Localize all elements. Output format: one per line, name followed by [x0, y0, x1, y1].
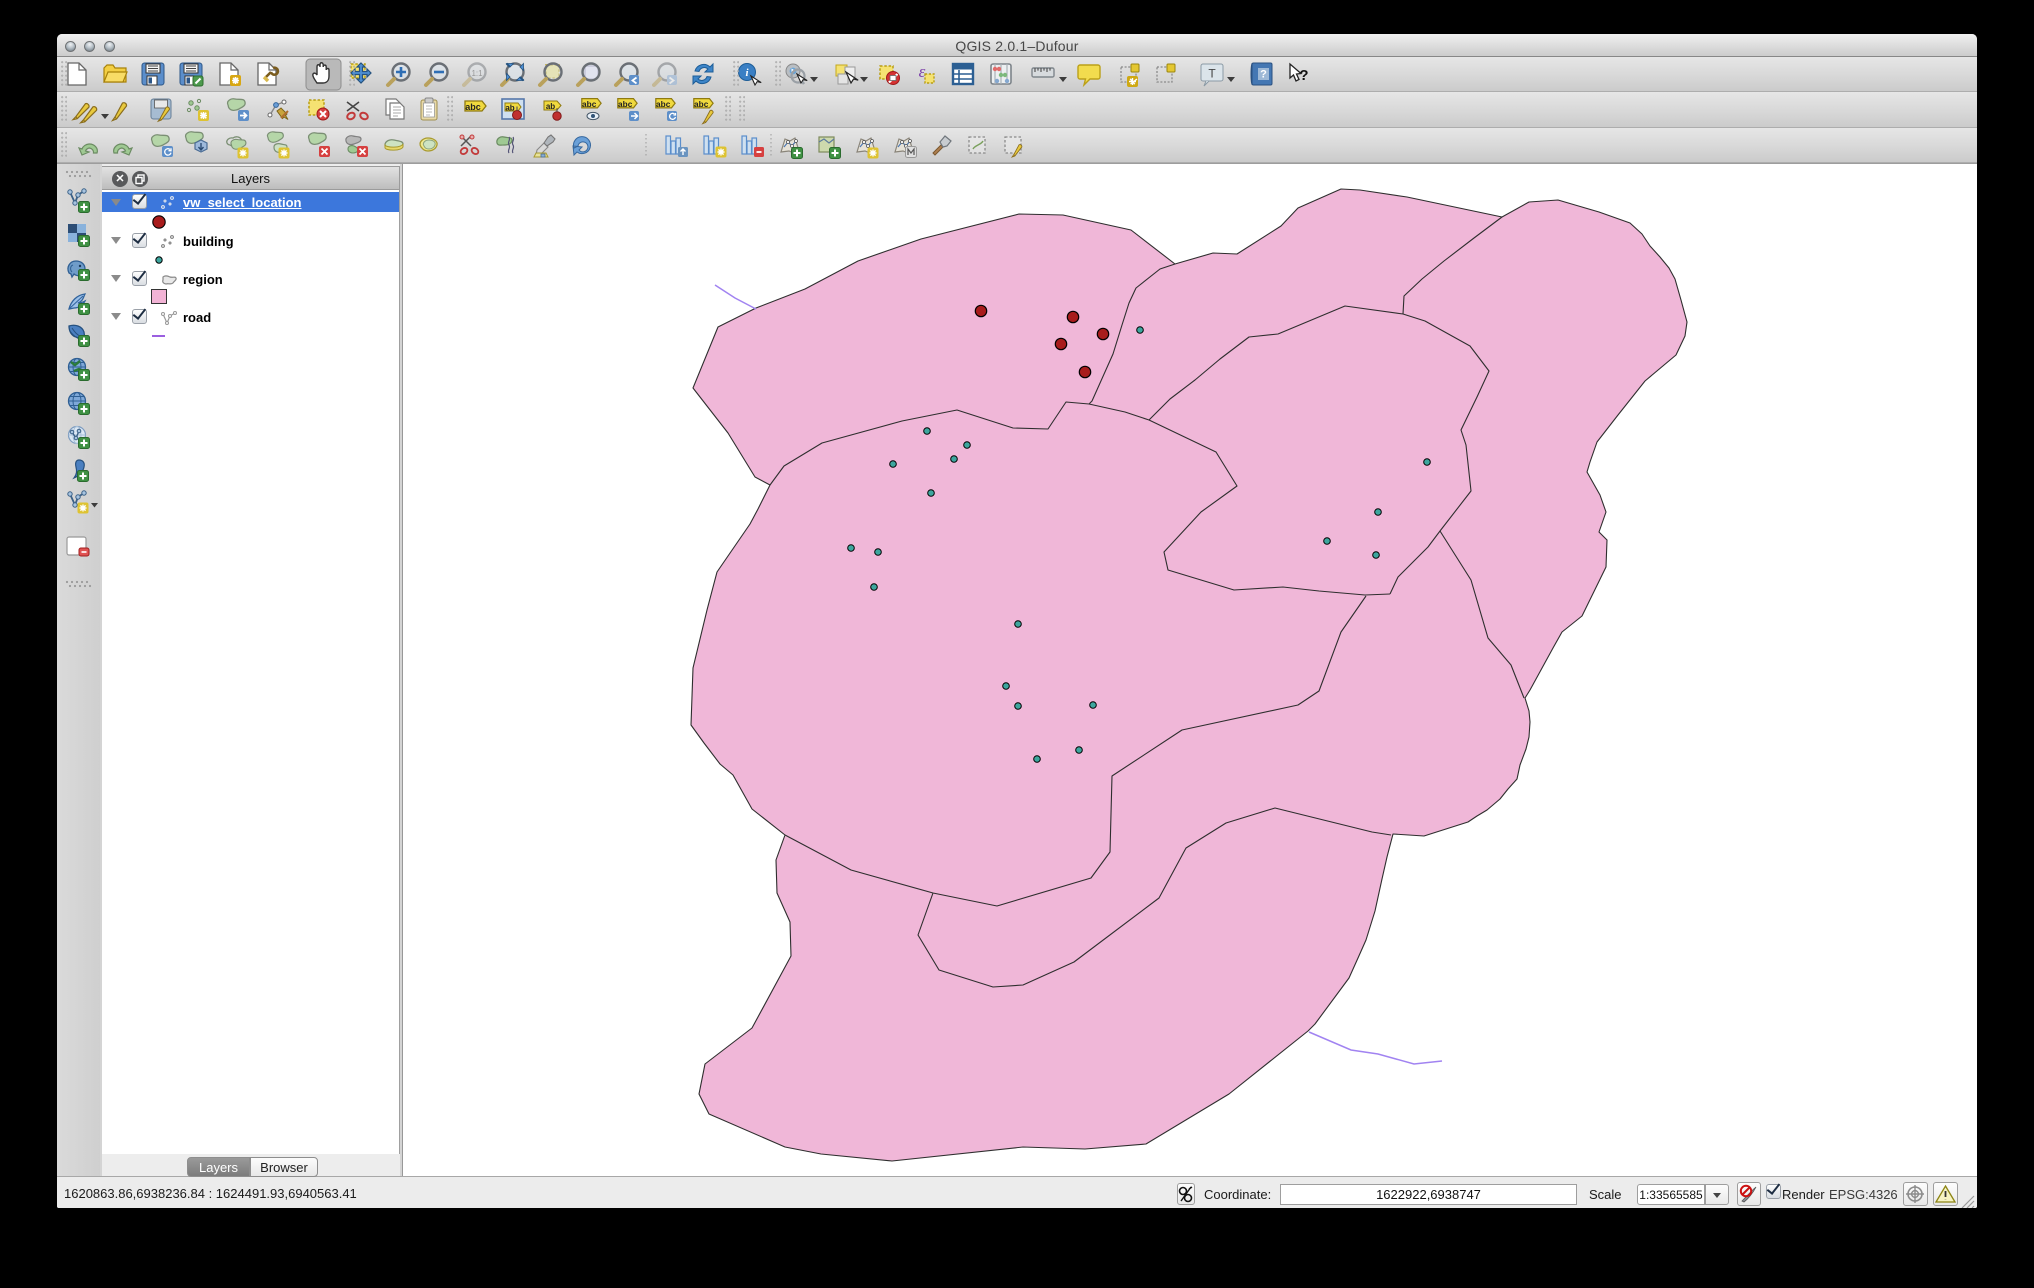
svg-text:ab: ab: [546, 102, 555, 111]
svg-text:1:1: 1:1: [471, 69, 483, 78]
svg-text:?: ?: [1260, 69, 1267, 81]
svg-text:?: ?: [1299, 67, 1308, 84]
svg-text:T: T: [1208, 67, 1216, 81]
svg-text:ab: ab: [505, 104, 514, 113]
